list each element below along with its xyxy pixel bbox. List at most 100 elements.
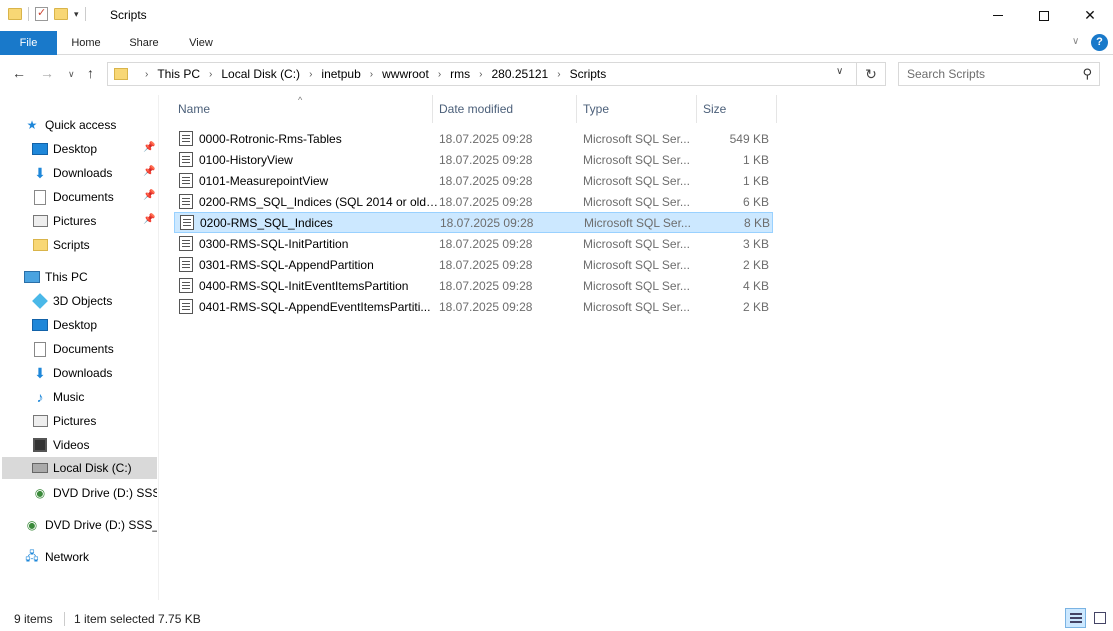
quick-access-toolbar: ▾ xyxy=(8,6,86,21)
search-icon[interactable]: ⚲ xyxy=(1082,66,1092,82)
nav-dvd-drive[interactable]: ◉ DVD Drive (D:) SSS_X xyxy=(32,482,157,504)
file-row-selected[interactable]: 0200-RMS_SQL_Indices 18.07.2025 09:28 Mi… xyxy=(174,212,773,233)
nav-quick-access[interactable]: ★ Quick access xyxy=(24,114,181,136)
help-icon[interactable]: ? xyxy=(1091,34,1108,51)
large-icons-view-button[interactable] xyxy=(1089,608,1110,628)
details-view-button[interactable] xyxy=(1065,608,1086,628)
nav-label: Quick access xyxy=(45,118,117,132)
nav-label: Local Disk (C:) xyxy=(53,461,132,475)
sql-file-icon xyxy=(179,299,193,314)
nav-label: Desktop xyxy=(53,318,98,332)
maximize-icon xyxy=(1039,10,1049,21)
sql-file-icon xyxy=(180,215,194,230)
chevron-right-icon[interactable]: › xyxy=(370,69,373,80)
file-date: 18.07.2025 09:28 xyxy=(439,152,533,167)
downloads-icon: ⬇ xyxy=(34,164,46,181)
sql-file-icon xyxy=(179,131,193,146)
search-box[interactable]: ⚲ xyxy=(898,62,1100,86)
refresh-button[interactable]: ↻ xyxy=(857,62,886,86)
recent-locations-icon[interactable]: ∨ xyxy=(68,69,75,80)
file-row[interactable]: 0100-HistoryView 18.07.2025 09:28 Micros… xyxy=(174,149,773,170)
back-arrow-icon[interactable]: ← xyxy=(12,65,26,81)
column-header-date[interactable]: Date modified xyxy=(433,95,577,123)
tab-file[interactable]: File xyxy=(0,31,57,55)
dvd-drive-icon: ◉ xyxy=(34,486,46,500)
up-arrow-icon[interactable]: ↑ xyxy=(87,65,94,81)
file-size: 6 KB xyxy=(742,194,769,209)
chevron-right-icon[interactable]: › xyxy=(145,69,148,80)
file-row[interactable]: 0200-RMS_SQL_Indices (SQL 2014 or older)… xyxy=(174,191,773,212)
breadcrumb-item[interactable]: This PC xyxy=(157,67,200,81)
nav-label: Pictures xyxy=(53,414,97,428)
file-name: 0301-RMS-SQL-AppendPartition xyxy=(199,257,374,272)
tab-view[interactable]: View xyxy=(173,31,229,55)
sql-file-icon xyxy=(179,194,193,209)
chevron-right-icon[interactable]: › xyxy=(557,69,560,80)
local-disk-icon xyxy=(32,460,48,476)
nav-local-disk[interactable]: Local Disk (C:) xyxy=(2,457,157,479)
file-row[interactable]: 0301-RMS-SQL-AppendPartition 18.07.2025 … xyxy=(174,254,773,275)
chevron-right-icon[interactable]: › xyxy=(309,69,312,80)
network-icon: 🖧 xyxy=(25,548,39,563)
file-row[interactable]: 0101-MeasurepointView 18.07.2025 09:28 M… xyxy=(174,170,773,191)
breadcrumb-item[interactable]: 280.25121 xyxy=(492,67,549,81)
nav-this-pc[interactable]: This PC xyxy=(24,266,181,288)
new-folder-icon[interactable] xyxy=(54,8,68,20)
customize-toolbar-dropdown-icon[interactable]: ▾ xyxy=(74,9,79,20)
status-divider xyxy=(64,612,65,626)
address-bar[interactable]: › This PC › Local Disk (C:) › inetpub › … xyxy=(107,62,857,86)
nav-dvd-drive-root[interactable]: ◉ DVD Drive (D:) SSS_X6 xyxy=(24,514,157,536)
search-input[interactable] xyxy=(899,63,1069,85)
file-name: 0200-RMS_SQL_Indices (SQL 2014 or older) xyxy=(199,194,439,209)
file-row[interactable]: 0401-RMS-SQL-AppendEventItemsPartiti... … xyxy=(174,296,773,317)
column-header-type[interactable]: Type xyxy=(577,95,697,123)
pin-icon[interactable]: 📌 xyxy=(143,190,155,201)
sql-file-icon xyxy=(179,173,193,188)
chevron-right-icon[interactable]: › xyxy=(209,69,212,80)
forward-arrow-icon[interactable]: → xyxy=(40,65,54,81)
folder-icon[interactable] xyxy=(8,8,22,20)
properties-icon[interactable] xyxy=(35,6,48,21)
folder-icon xyxy=(114,68,128,80)
close-button[interactable]: ✕ xyxy=(1067,0,1113,31)
pin-icon[interactable]: 📌 xyxy=(143,166,155,177)
file-row[interactable]: 0000-Rotronic-Rms-Tables 18.07.2025 09:2… xyxy=(174,128,773,149)
nav-network[interactable]: 🖧 Network xyxy=(24,546,181,568)
tab-share[interactable]: Share xyxy=(115,31,173,55)
tab-home[interactable]: Home xyxy=(57,31,115,55)
toolbar-divider xyxy=(84,7,86,21)
file-name: 0200-RMS_SQL_Indices xyxy=(200,215,333,230)
file-date: 18.07.2025 09:28 xyxy=(439,257,533,272)
breadcrumb-item[interactable]: Scripts xyxy=(570,67,607,81)
breadcrumb-item[interactable]: rms xyxy=(450,67,470,81)
computer-icon xyxy=(24,269,40,285)
file-size: 1 KB xyxy=(742,152,769,167)
column-header-name[interactable]: ^ Name xyxy=(160,95,433,123)
pin-icon[interactable]: 📌 xyxy=(143,142,155,153)
column-header-size[interactable]: Size xyxy=(697,95,777,123)
maximize-button[interactable] xyxy=(1021,0,1067,31)
pin-icon[interactable]: 📌 xyxy=(143,214,155,225)
file-name: 0400-RMS-SQL-InitEventItemsPartition xyxy=(199,278,409,293)
large-icons-view-icon xyxy=(1093,612,1106,624)
file-date: 18.07.2025 09:28 xyxy=(439,236,533,251)
nav-label: Desktop xyxy=(53,142,98,156)
address-dropdown-icon[interactable]: ∨ xyxy=(836,66,843,77)
3d-objects-icon xyxy=(32,293,48,309)
file-name: 0401-RMS-SQL-AppendEventItemsPartiti... xyxy=(199,299,431,314)
breadcrumb-item[interactable]: wwwroot xyxy=(382,67,429,81)
downloads-icon: ⬇ xyxy=(34,364,46,381)
nav-label: Documents xyxy=(53,190,114,204)
chevron-right-icon[interactable]: › xyxy=(438,69,441,80)
title-bar: ▾ Scripts ✕ xyxy=(0,0,1113,31)
expand-ribbon-icon[interactable]: ∨ xyxy=(1072,36,1079,47)
breadcrumb-item[interactable]: inetpub xyxy=(321,67,360,81)
breadcrumb-item[interactable]: Local Disk (C:) xyxy=(221,67,300,81)
chevron-right-icon[interactable]: › xyxy=(479,69,482,80)
column-label: Name xyxy=(178,102,211,116)
file-row[interactable]: 0300-RMS-SQL-InitPartition 18.07.2025 09… xyxy=(174,233,773,254)
file-row[interactable]: 0400-RMS-SQL-InitEventItemsPartition 18.… xyxy=(174,275,773,296)
nav-label: Scripts xyxy=(53,238,90,252)
minimize-button[interactable] xyxy=(975,0,1021,31)
file-size: 4 KB xyxy=(742,278,769,293)
